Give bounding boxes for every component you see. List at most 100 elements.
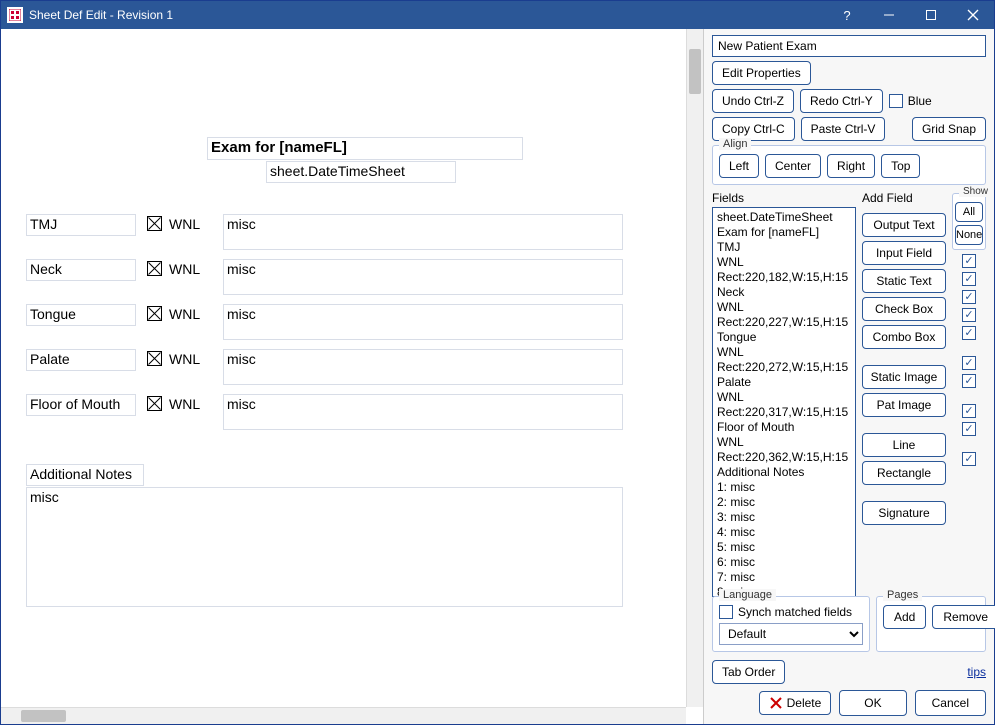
help-button[interactable]: ? [826, 1, 868, 29]
row-label[interactable]: Tongue [26, 304, 136, 326]
row-checkbox[interactable] [147, 216, 162, 231]
redo-button[interactable]: Redo Ctrl-Y [800, 89, 883, 113]
show-input-field-check[interactable] [962, 272, 976, 286]
row-wnl[interactable]: WNL [165, 214, 204, 236]
row-label[interactable]: TMJ [26, 214, 136, 236]
close-button[interactable] [952, 1, 994, 29]
add-input-field-button[interactable]: Input Field [862, 241, 946, 265]
fields-list-item[interactable]: Exam for [nameFL] [717, 225, 851, 240]
minimize-button[interactable] [868, 1, 910, 29]
add-pat-image-button[interactable]: Pat Image [862, 393, 946, 417]
ok-button[interactable]: OK [839, 690, 906, 716]
row-checkbox[interactable] [147, 351, 162, 366]
fields-list-item[interactable]: 2: misc [717, 495, 851, 510]
row-label[interactable]: Palate [26, 349, 136, 371]
show-check-box-check[interactable] [962, 308, 976, 322]
side-panel: Edit Properties Undo Ctrl-Z Redo Ctrl-Y … [704, 29, 994, 724]
fields-list-item[interactable]: Rect:220,227,W:15,H:15 [717, 315, 851, 330]
row-misc[interactable]: misc [223, 259, 623, 295]
fields-list-item[interactable]: 4: misc [717, 525, 851, 540]
fields-list-item[interactable]: WNL [717, 345, 851, 360]
cancel-button[interactable]: Cancel [915, 690, 986, 716]
show-pat-image-check[interactable] [962, 374, 976, 388]
tips-link[interactable]: tips [967, 665, 986, 679]
fields-list-item[interactable]: Rect:220,182,W:15,H:15 [717, 270, 851, 285]
add-signature-button[interactable]: Signature [862, 501, 946, 525]
fields-list-item[interactable]: WNL [717, 255, 851, 270]
fields-list-item[interactable]: 1: misc [717, 480, 851, 495]
paste-button[interactable]: Paste Ctrl-V [801, 117, 886, 141]
add-check-box-button[interactable]: Check Box [862, 297, 946, 321]
row-checkbox[interactable] [147, 306, 162, 321]
row-label[interactable]: Floor of Mouth [26, 394, 136, 416]
grid-snap-button[interactable]: Grid Snap [912, 117, 986, 141]
row-wnl[interactable]: WNL [165, 259, 204, 281]
row-misc[interactable]: misc [223, 394, 623, 430]
show-all-button[interactable]: All [955, 202, 983, 222]
exam-title-field[interactable]: Exam for [nameFL] [207, 137, 523, 160]
additional-notes-label[interactable]: Additional Notes [26, 464, 144, 486]
fields-list[interactable]: sheet.DateTimeSheetExam for [nameFL]TMJW… [712, 207, 856, 597]
show-signature-check[interactable] [962, 452, 976, 466]
show-static-image-check[interactable] [962, 356, 976, 370]
fields-list-item[interactable]: 5: misc [717, 540, 851, 555]
align-top-button[interactable]: Top [881, 154, 920, 178]
show-static-text-check[interactable] [962, 290, 976, 304]
fields-list-item[interactable]: 6: misc [717, 555, 851, 570]
add-static-image-button[interactable]: Static Image [862, 365, 946, 389]
additional-notes-field[interactable]: misc [26, 487, 623, 607]
row-misc[interactable]: misc [223, 304, 623, 340]
row-checkbox[interactable] [147, 261, 162, 276]
maximize-button[interactable] [910, 1, 952, 29]
show-line-check[interactable] [962, 404, 976, 418]
add-output-text-button[interactable]: Output Text [862, 213, 946, 237]
fields-list-item[interactable]: sheet.DateTimeSheet [717, 210, 851, 225]
add-static-text-button[interactable]: Static Text [862, 269, 946, 293]
page-remove-button[interactable]: Remove [932, 605, 995, 629]
undo-button[interactable]: Undo Ctrl-Z [712, 89, 794, 113]
sheet-canvas[interactable]: Exam for [nameFL] sheet.DateTimeSheet TM… [1, 29, 685, 706]
fields-list-item[interactable]: WNL [717, 435, 851, 450]
synch-checkbox[interactable]: Synch matched fields [719, 605, 852, 619]
row-wnl[interactable]: WNL [165, 304, 204, 326]
fields-list-item[interactable]: Rect:220,317,W:15,H:15 [717, 405, 851, 420]
fields-list-item[interactable]: 3: misc [717, 510, 851, 525]
row-wnl[interactable]: WNL [165, 394, 204, 416]
add-combo-box-button[interactable]: Combo Box [862, 325, 946, 349]
vertical-scrollbar[interactable] [686, 29, 703, 707]
delete-button[interactable]: Delete [759, 691, 832, 715]
show-output-text-check[interactable] [962, 254, 976, 268]
tab-order-button[interactable]: Tab Order [712, 660, 785, 684]
row-wnl[interactable]: WNL [165, 349, 204, 371]
fields-list-item[interactable]: Tongue [717, 330, 851, 345]
fields-list-item[interactable]: Rect:220,272,W:15,H:15 [717, 360, 851, 375]
row-misc[interactable]: misc [223, 349, 623, 385]
align-right-button[interactable]: Right [827, 154, 875, 178]
add-rectangle-button[interactable]: Rectangle [862, 461, 946, 485]
fields-list-item[interactable]: Neck [717, 285, 851, 300]
show-combo-box-check[interactable] [962, 326, 976, 340]
fields-list-item[interactable]: TMJ [717, 240, 851, 255]
edit-properties-button[interactable]: Edit Properties [712, 61, 811, 85]
row-label[interactable]: Neck [26, 259, 136, 281]
show-rectangle-check[interactable] [962, 422, 976, 436]
horizontal-scrollbar[interactable] [1, 707, 686, 724]
language-select[interactable]: Default [719, 623, 863, 645]
fields-list-item[interactable]: Additional Notes [717, 465, 851, 480]
align-left-button[interactable]: Left [719, 154, 759, 178]
align-center-button[interactable]: Center [765, 154, 821, 178]
fields-list-item[interactable]: Floor of Mouth [717, 420, 851, 435]
page-add-button[interactable]: Add [883, 605, 926, 629]
date-field[interactable]: sheet.DateTimeSheet [266, 161, 456, 183]
show-none-button[interactable]: None [955, 225, 983, 245]
sheet-name-input[interactable] [712, 35, 986, 57]
fields-list-item[interactable]: WNL [717, 390, 851, 405]
fields-list-item[interactable]: WNL [717, 300, 851, 315]
fields-list-item[interactable]: Palate [717, 375, 851, 390]
blue-checkbox[interactable]: Blue [889, 94, 932, 108]
fields-list-item[interactable]: Rect:220,362,W:15,H:15 [717, 450, 851, 465]
row-checkbox[interactable] [147, 396, 162, 411]
add-line-button[interactable]: Line [862, 433, 946, 457]
fields-list-item[interactable]: 7: misc [717, 570, 851, 585]
row-misc[interactable]: misc [223, 214, 623, 250]
